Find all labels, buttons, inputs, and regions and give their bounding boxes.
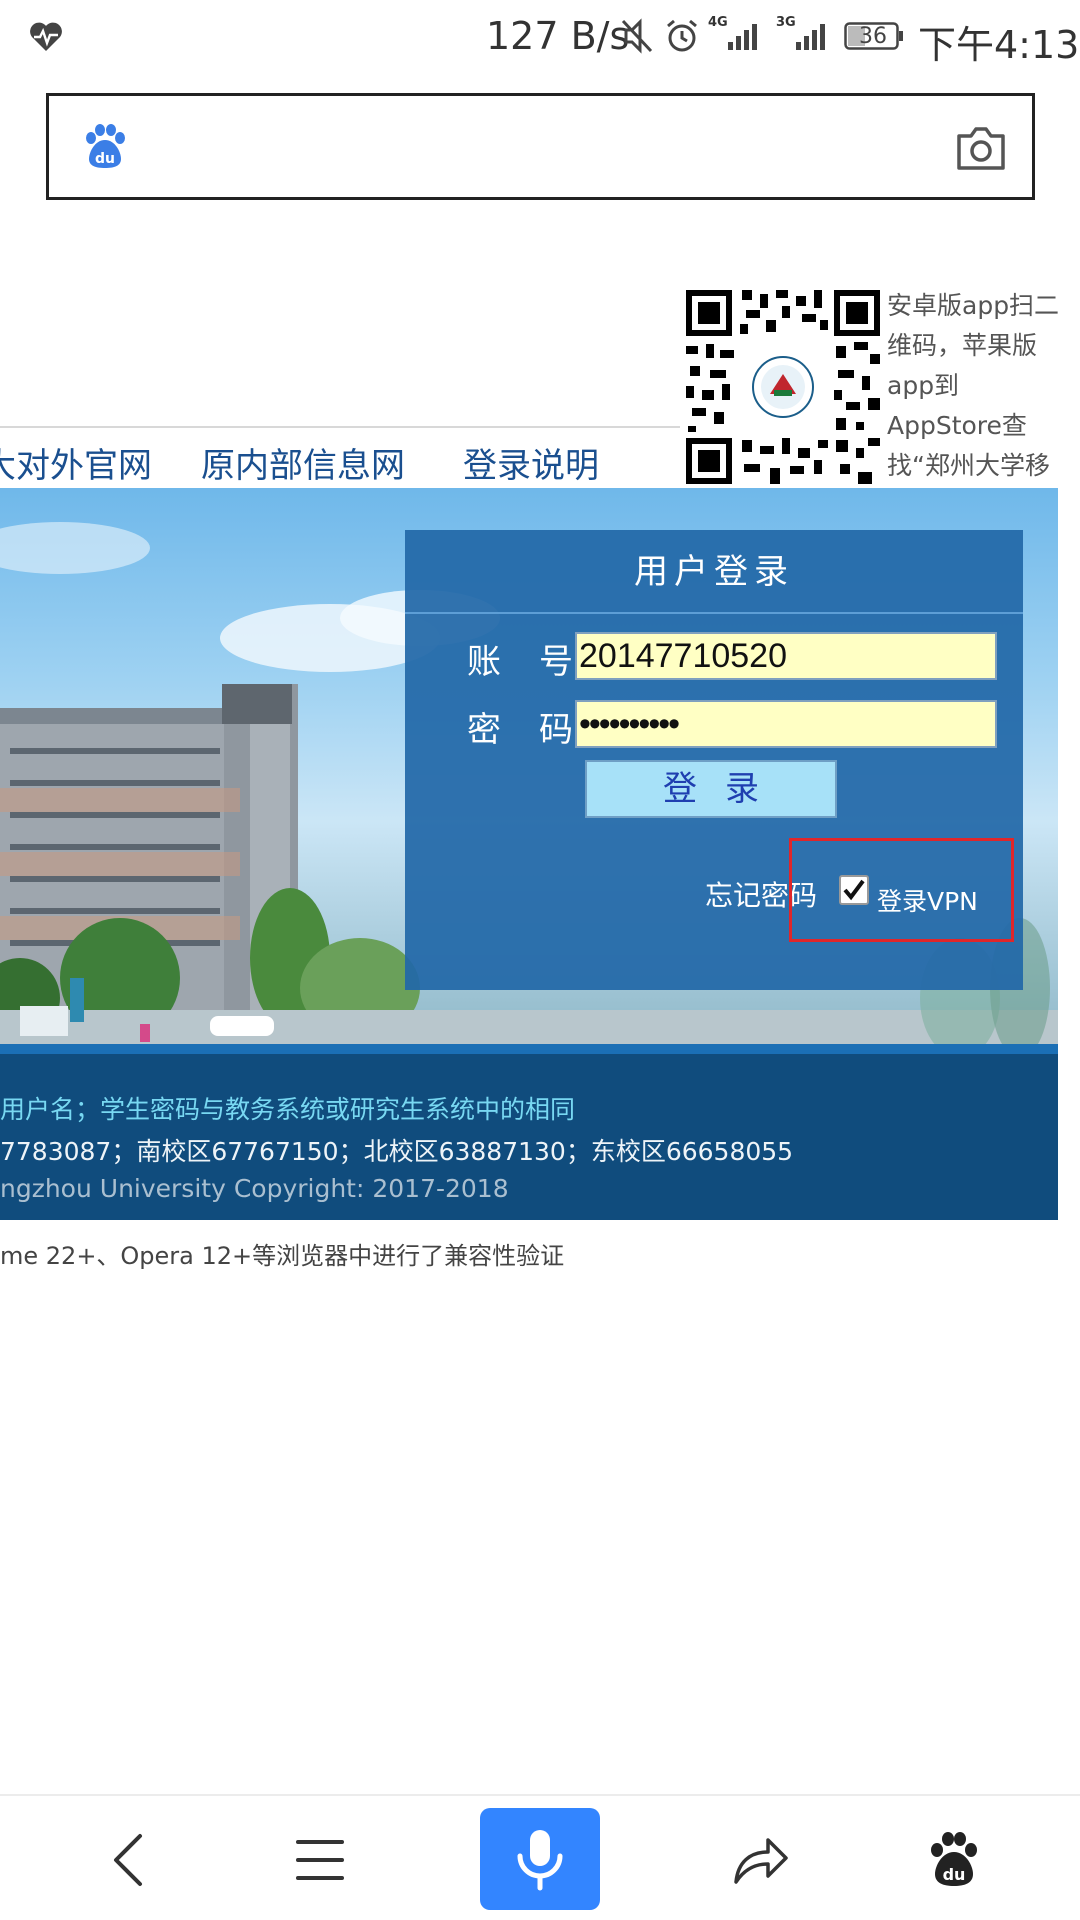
- nav-link-official-site[interactable]: 大对外官网: [0, 438, 152, 487]
- heart-rate-icon: [30, 22, 62, 51]
- svg-text:du: du: [943, 1865, 966, 1884]
- search-box[interactable]: du: [46, 93, 1035, 200]
- password-input[interactable]: ••••••••••: [575, 700, 997, 748]
- baidu-home-icon[interactable]: du: [926, 1830, 982, 1888]
- footer-phone-numbers: 7783087；南校区67767150；北校区63887130；东校区66658…: [0, 1137, 794, 1166]
- baidu-paw-icon: du: [86, 124, 125, 168]
- alarm-icon: [667, 19, 697, 52]
- qr-code: [686, 290, 880, 484]
- microphone-icon: [517, 1830, 563, 1891]
- account-input[interactable]: 20147710520: [575, 632, 997, 680]
- browser-toolbar: du: [0, 1794, 1080, 1920]
- camera-icon[interactable]: [955, 122, 1007, 172]
- back-icon[interactable]: [108, 1832, 148, 1888]
- menu-icon[interactable]: [296, 1838, 344, 1882]
- network-speed: 127 B/s: [486, 14, 630, 58]
- vpn-highlight-box: [789, 838, 1014, 942]
- signal-icon: 4G: [708, 16, 768, 54]
- mute-icon: [621, 18, 653, 54]
- footer-copyright: ngzhou University Copyright: 2017-2018: [0, 1174, 509, 1203]
- footer-band: 用户名；学生密码与教务系统或研究生系统中的相同 7783087；南校区67767…: [0, 1044, 1058, 1220]
- battery-level: 36: [859, 24, 887, 49]
- status-bar: 127 B/s 4G 3G 36 下午4:13: [0, 0, 1080, 72]
- signal-icon: 3G: [776, 16, 836, 54]
- voice-search-button[interactable]: [480, 1808, 600, 1910]
- share-icon[interactable]: [732, 1834, 790, 1886]
- nav-link-login-help[interactable]: 登录说明: [463, 438, 599, 487]
- clock: 下午4:13: [918, 23, 1080, 67]
- svg-text:du: du: [95, 151, 115, 167]
- login-button[interactable]: 登录: [585, 760, 837, 818]
- login-title: 用户登录: [405, 530, 1023, 614]
- nav-divider: [0, 426, 680, 428]
- nav-link-internal-info[interactable]: 原内部信息网: [201, 438, 405, 487]
- browser-compat-note: me 22+、Opera 12+等浏览器中进行了兼容性验证: [0, 1242, 565, 1270]
- footer-login-hint: 用户名；学生密码与教务系统或研究生系统中的相同: [0, 1095, 576, 1124]
